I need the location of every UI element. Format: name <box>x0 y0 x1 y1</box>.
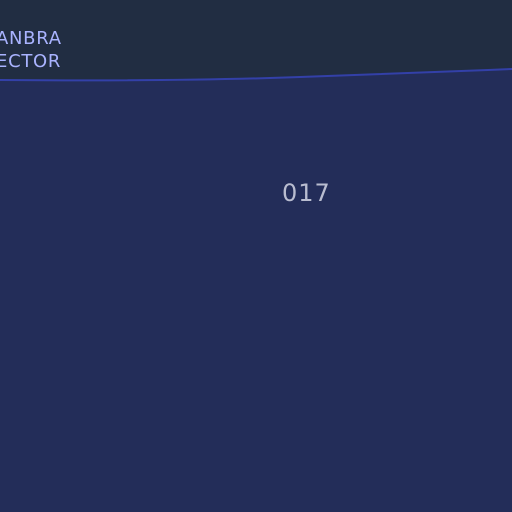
map-canvas[interactable] <box>0 0 512 512</box>
zone-number-label: 017 <box>282 179 331 207</box>
sector-name-label: ANBRA ECTOR <box>0 27 62 73</box>
sector-name-line-2: ECTOR <box>0 51 62 72</box>
sector-name-line-1: ANBRA <box>0 28 62 49</box>
sector-region[interactable] <box>0 69 512 512</box>
map-viewport[interactable]: ANBRA ECTOR 017 <box>0 0 512 512</box>
